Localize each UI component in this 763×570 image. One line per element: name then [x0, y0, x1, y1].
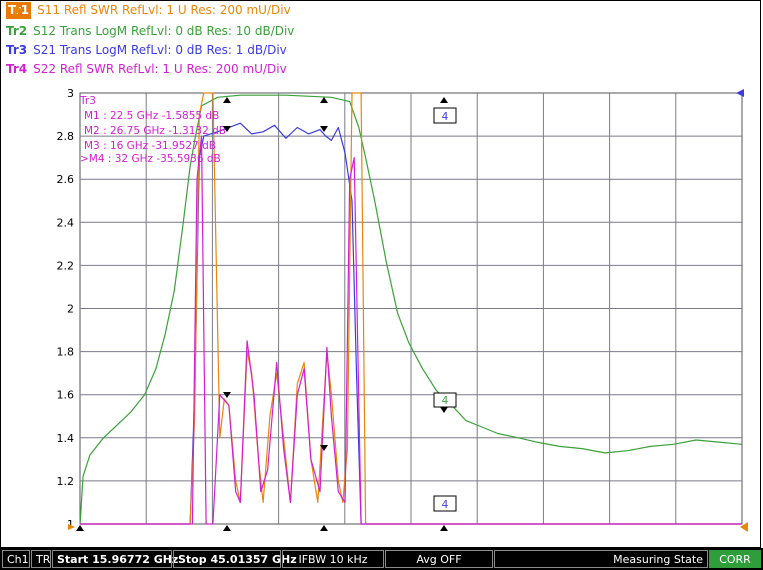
start-frequency[interactable]: Start 15.96772 GHz [52, 550, 178, 568]
channel-label[interactable]: Ch1 [2, 550, 30, 568]
svg-text:4: 4 [442, 499, 449, 511]
ref-level-right-top-icon [736, 89, 744, 97]
y-tick-label: 2.6 [57, 173, 75, 186]
marker-table: Tr3 M1 : 22.5 GHz -1.5855 dB M2 : 26.75 … [79, 95, 226, 165]
ifbw-setting[interactable]: IFBW 10 kHz [282, 550, 384, 568]
active-trace-pointer-icon [16, 6, 23, 14]
marker-triangle-icon[interactable] [440, 525, 448, 531]
marker-row-m3: M3 : 16 GHz -31.9527 dB [84, 140, 216, 152]
y-tick-label: 2.8 [57, 130, 75, 143]
y-tick-label: 2 [67, 303, 74, 316]
mode-label[interactable]: TR [31, 550, 51, 568]
y-tick-label: 1.4 [57, 432, 75, 445]
marker-triangle-icon[interactable] [320, 525, 328, 531]
averaging-setting[interactable]: Avg OFF [385, 550, 493, 568]
svg-text:4: 4 [442, 395, 449, 407]
y-tick-label: 1.8 [57, 346, 75, 359]
y-tick-label: 2.4 [57, 216, 75, 229]
marker-triangle-icon[interactable] [76, 525, 84, 531]
status-bar: Ch1 TR Start 15.96772 GHz Stop 45.01357 … [0, 548, 763, 570]
y-tick-label: 1.6 [57, 389, 75, 402]
marker-box-3[interactable]: 4 [433, 495, 457, 512]
marker-triangle-icon[interactable] [223, 525, 231, 531]
marker-table-header: Tr3 [79, 95, 96, 107]
marker-row-m4: >M4 : 32 GHz -35.5936 dB [80, 153, 221, 165]
trace-markers [223, 97, 448, 451]
measuring-state: Measuring State [494, 550, 708, 568]
y-tick-label: 1.2 [57, 475, 75, 488]
y-tick-label: 3 [67, 87, 74, 100]
correction-badge: CORR [709, 550, 761, 568]
marker-up-icon[interactable] [223, 97, 231, 103]
marker-row-m2: M2 : 26.75 GHz -1.3132 dB [84, 125, 226, 137]
marker-up-icon[interactable] [440, 97, 448, 103]
marker-box-2[interactable]: 4 [433, 392, 457, 408]
marker-down-icon[interactable] [440, 407, 448, 413]
y-tick-labels: 32.82.62.42.221.81.61.41.21 [57, 87, 75, 531]
marker-row-m1: M1 : 22.5 GHz -1.5855 dB [84, 110, 219, 122]
y-tick-label: 2.2 [57, 259, 75, 272]
plot-area[interactable]: 32.82.62.42.221.81.61.41.21 Tr3 M1 : 22.… [0, 0, 763, 548]
marker-up-icon[interactable] [320, 97, 328, 103]
svg-text:4: 4 [442, 111, 449, 123]
marker-box-1[interactable]: 4 [433, 107, 457, 124]
bottom-markers [76, 525, 448, 531]
stop-frequency[interactable]: Stop 45.01357 GHz [173, 550, 297, 568]
